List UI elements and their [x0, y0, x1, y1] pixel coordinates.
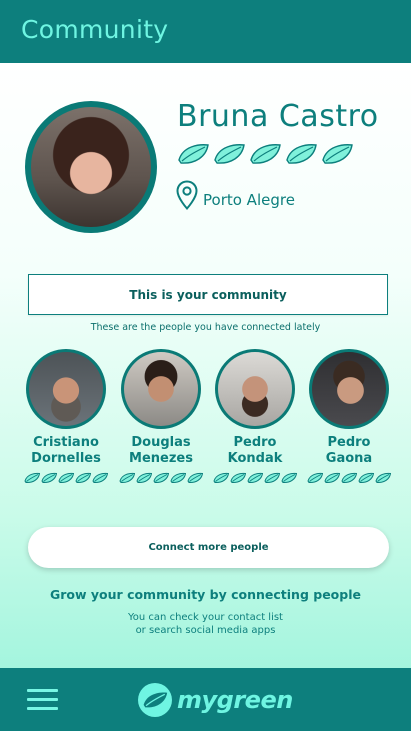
- connection-avatar[interactable]: [121, 349, 201, 429]
- leaf-icon: [92, 472, 108, 484]
- community-title: This is your community: [129, 287, 287, 302]
- connection-first-name: Cristiano: [33, 435, 99, 450]
- connection-card[interactable]: Pedro Gaona: [303, 349, 395, 484]
- main-content: Bruna Castro Porto Alegre This is your c…: [0, 63, 411, 668]
- hamburger-menu-icon[interactable]: [27, 689, 58, 711]
- leaf-icon: [250, 144, 281, 164]
- connection-leaf-rating: [20, 472, 112, 484]
- grow-community-title: Grow your community by connecting people: [50, 587, 361, 602]
- grow-community-hint: You can check your contact list or searc…: [0, 611, 411, 637]
- connection-last-name: Menezes: [129, 451, 193, 466]
- connection-first-name: Douglas: [131, 435, 191, 450]
- connection-card[interactable]: Douglas Menezes: [115, 349, 207, 484]
- connection-last-name: Kondak: [227, 451, 283, 466]
- leaf-icon: [153, 472, 169, 484]
- connection-photo: [124, 352, 198, 426]
- bottom-bar: mygreen: [0, 668, 411, 731]
- leaf-icon: [119, 472, 135, 484]
- leaf-icon: [281, 472, 297, 484]
- leaf-icon: [75, 472, 91, 484]
- profile-leaf-rating: [177, 142, 353, 166]
- leaf-icon: [187, 472, 203, 484]
- connection-leaf-rating: [209, 472, 301, 484]
- profile-name: Bruna Castro: [177, 99, 379, 134]
- leaf-icon: [136, 472, 152, 484]
- leaf-icon: [178, 144, 209, 164]
- connection-avatar[interactable]: [215, 349, 295, 429]
- connection-leaf-rating: [115, 472, 207, 484]
- connection-photo: [218, 352, 292, 426]
- connection-last-name: Gaona: [325, 451, 373, 466]
- location-pin-icon: [176, 180, 198, 210]
- brand-leaf-icon: [138, 683, 172, 717]
- connect-more-people-button[interactable]: Connect more people: [28, 527, 389, 568]
- leaf-icon: [286, 144, 317, 164]
- leaf-icon: [24, 472, 40, 484]
- community-subtitle: These are the people you have connected …: [90, 322, 321, 333]
- leaf-icon: [230, 472, 246, 484]
- community-banner: This is your community: [28, 274, 388, 315]
- leaf-icon: [170, 472, 186, 484]
- page-title: Community: [21, 15, 169, 44]
- leaf-icon: [213, 472, 229, 484]
- leaf-icon: [322, 144, 353, 164]
- leaf-icon: [341, 472, 357, 484]
- connection-first-name: Pedro: [327, 435, 371, 450]
- connection-photo: [312, 352, 386, 426]
- connection-card[interactable]: Pedro Kondak: [209, 349, 301, 484]
- connection-leaf-rating: [303, 472, 395, 484]
- leaf-icon: [324, 472, 340, 484]
- leaf-icon: [58, 472, 74, 484]
- connection-card[interactable]: Cristiano Dornelles: [20, 349, 112, 484]
- profile-avatar: [25, 101, 157, 233]
- connection-last-name: Dornelles: [31, 451, 101, 466]
- leaf-icon: [358, 472, 374, 484]
- grow-hint-line2: or search social media apps: [135, 625, 276, 636]
- brand-logo: mygreen: [138, 683, 293, 717]
- leaf-icon: [264, 472, 280, 484]
- app-header: Community: [0, 0, 411, 63]
- leaf-icon: [247, 472, 263, 484]
- grow-hint-line1: You can check your contact list: [128, 612, 283, 623]
- brand-name: mygreen: [177, 686, 293, 714]
- leaf-icon: [375, 472, 391, 484]
- leaf-icon: [307, 472, 323, 484]
- connection-photo: [29, 352, 103, 426]
- connection-first-name: Pedro: [233, 435, 277, 450]
- leaf-icon: [214, 144, 245, 164]
- leaf-icon: [41, 472, 57, 484]
- profile-photo: [31, 107, 151, 227]
- profile-location: Porto Alegre: [203, 191, 295, 209]
- connection-avatar[interactable]: [309, 349, 389, 429]
- connection-avatar[interactable]: [26, 349, 106, 429]
